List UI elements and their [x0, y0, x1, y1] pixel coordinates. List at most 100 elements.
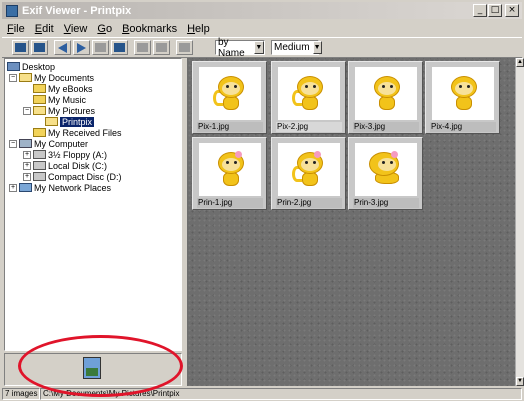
scroll-down-icon[interactable]: ▼: [516, 377, 524, 386]
thumbnail-caption: Pix-4.jpg: [430, 122, 496, 132]
collapse-icon[interactable]: −: [23, 106, 31, 115]
chevron-down-icon[interactable]: ▼: [312, 41, 322, 54]
expand-icon[interactable]: +: [23, 150, 31, 159]
tree-node-my-music[interactable]: My Music: [33, 94, 86, 105]
folder-open-icon: [33, 106, 46, 115]
tree-node-my-pictures[interactable]: − My Pictures: [23, 105, 95, 116]
thumbnail-image: [355, 67, 417, 120]
exif-viewer-window: Exif Viewer - Printpix _ □ × File Edit V…: [0, 0, 524, 401]
tree-node-my-received-files[interactable]: My Received Files: [33, 127, 122, 138]
expand-icon[interactable]: +: [23, 172, 31, 181]
back-button[interactable]: [54, 40, 71, 55]
thumbnail-grid[interactable]: Pix-1.jpg Pix-2.jpg Pix-3.jpg Pix-4.jpg: [187, 58, 515, 386]
app-icon: [6, 4, 18, 17]
toolbar: by Name ▼ Medium ▼: [2, 37, 522, 59]
tree-node-printpix[interactable]: Printpix: [45, 116, 95, 127]
thumbnail-caption: Prin-1.jpg: [197, 198, 263, 208]
menu-bar: File Edit View Go Bookmarks Help: [2, 20, 215, 37]
tree-node-network-places[interactable]: + My Network Places: [9, 182, 111, 193]
thumbnail-caption: Prin-2.jpg: [276, 198, 342, 208]
folder-tree[interactable]: Desktop − My Documents My eBooks My Musi…: [4, 58, 182, 351]
tree-node-my-documents[interactable]: − My Documents: [9, 72, 94, 83]
chevron-down-icon[interactable]: ▼: [253, 41, 264, 54]
thumbnail-caption: Pix-1.jpg: [197, 122, 263, 132]
folder-open-icon: [19, 73, 32, 82]
floppy-drive-icon: [33, 150, 46, 159]
folder-open-icon: [45, 117, 58, 126]
expand-icon[interactable]: +: [9, 183, 17, 192]
thumbnail-caption: Pix-2.jpg: [276, 122, 342, 132]
refresh-button[interactable]: [111, 40, 128, 55]
forward-arrow-icon: [77, 42, 86, 53]
up-button[interactable]: [92, 40, 109, 55]
menu-go[interactable]: Go: [92, 23, 117, 35]
thumbnail-view-button[interactable]: [12, 40, 29, 55]
status-image-count: 7 images: [2, 388, 40, 400]
window-title: Exif Viewer - Printpix: [22, 4, 132, 17]
thumbnail-tile[interactable]: Pix-3.jpg: [348, 61, 423, 134]
thumbnail-caption: Pix-3.jpg: [353, 122, 419, 132]
info-icon: [156, 43, 167, 52]
computer-icon: [19, 139, 32, 148]
vertical-scrollbar[interactable]: ▲ ▼: [515, 58, 524, 386]
minimize-button[interactable]: _: [473, 4, 487, 17]
monkey-picture: [369, 76, 403, 112]
preview-panel[interactable]: [4, 353, 182, 386]
thumbnail-image: [278, 143, 340, 196]
image-preview-icon[interactable]: [83, 357, 101, 379]
monkey-picture: [213, 151, 247, 188]
properties-icon: [137, 43, 148, 52]
menu-bookmarks[interactable]: Bookmarks: [117, 23, 182, 35]
expand-icon[interactable]: +: [23, 161, 31, 170]
info-button[interactable]: [153, 40, 170, 55]
size-select[interactable]: Medium ▼: [271, 40, 322, 55]
collapse-icon[interactable]: −: [9, 139, 17, 148]
tree-node-floppy[interactable]: + 3½ Floppy (A:): [23, 149, 107, 160]
menu-edit[interactable]: Edit: [30, 23, 59, 35]
properties-button[interactable]: [134, 40, 151, 55]
cd-drive-icon: [33, 172, 46, 181]
monkey-picture: [292, 151, 326, 188]
desktop-icon: [7, 62, 20, 71]
thumbnail-tile[interactable]: Pix-1.jpg: [192, 61, 267, 134]
status-path: C:\My Documents\My Pictures\Printpix: [40, 388, 522, 400]
status-bar: 7 images C:\My Documents\My Pictures\Pri…: [2, 388, 522, 401]
tree-node-local-disk[interactable]: + Local Disk (C:): [23, 160, 107, 171]
title-bar[interactable]: Exif Viewer - Printpix _ □ ×: [2, 2, 522, 19]
tree-node-my-ebooks[interactable]: My eBooks: [33, 83, 93, 94]
monkey-picture: [213, 76, 247, 112]
collapse-icon[interactable]: −: [9, 73, 17, 82]
print-icon: [179, 43, 190, 52]
thumbnail-tile[interactable]: Pix-2.jpg: [271, 61, 346, 134]
thumbnail-tile[interactable]: Prin-3.jpg: [348, 137, 423, 210]
scroll-up-icon[interactable]: ▲: [516, 58, 524, 67]
tree-node-my-computer[interactable]: − My Computer: [9, 138, 88, 149]
thumbnail-image: [355, 143, 417, 196]
up-icon: [95, 43, 106, 52]
back-arrow-icon: [58, 42, 67, 53]
size-select-value: Medium: [274, 42, 310, 53]
print-button[interactable]: [176, 40, 193, 55]
hard-disk-icon: [33, 161, 46, 170]
monkey-picture: [369, 151, 403, 188]
thumbnail-image: [432, 67, 494, 120]
maximize-button[interactable]: □: [488, 4, 502, 17]
tree-node-desktop[interactable]: Desktop: [7, 61, 55, 72]
thumbnail-view-icon: [15, 43, 26, 52]
menu-view[interactable]: View: [59, 23, 93, 35]
menu-help[interactable]: Help: [182, 23, 215, 35]
refresh-icon: [114, 43, 125, 52]
network-icon: [19, 183, 32, 192]
thumbnail-image: [199, 67, 261, 120]
thumbnail-tile[interactable]: Prin-2.jpg: [271, 137, 346, 210]
grid-view-button[interactable]: [31, 40, 48, 55]
forward-button[interactable]: [73, 40, 90, 55]
folder-icon: [33, 95, 46, 104]
menu-file[interactable]: File: [2, 23, 30, 35]
sort-select[interactable]: by Name ▼: [215, 37, 265, 59]
thumbnail-tile[interactable]: Prin-1.jpg: [192, 137, 267, 210]
close-button[interactable]: ×: [505, 4, 519, 17]
tree-node-compact-disc[interactable]: + Compact Disc (D:): [23, 171, 122, 182]
thumbnail-tile[interactable]: Pix-4.jpg: [425, 61, 500, 134]
thumbnail-caption: Prin-3.jpg: [353, 198, 419, 208]
